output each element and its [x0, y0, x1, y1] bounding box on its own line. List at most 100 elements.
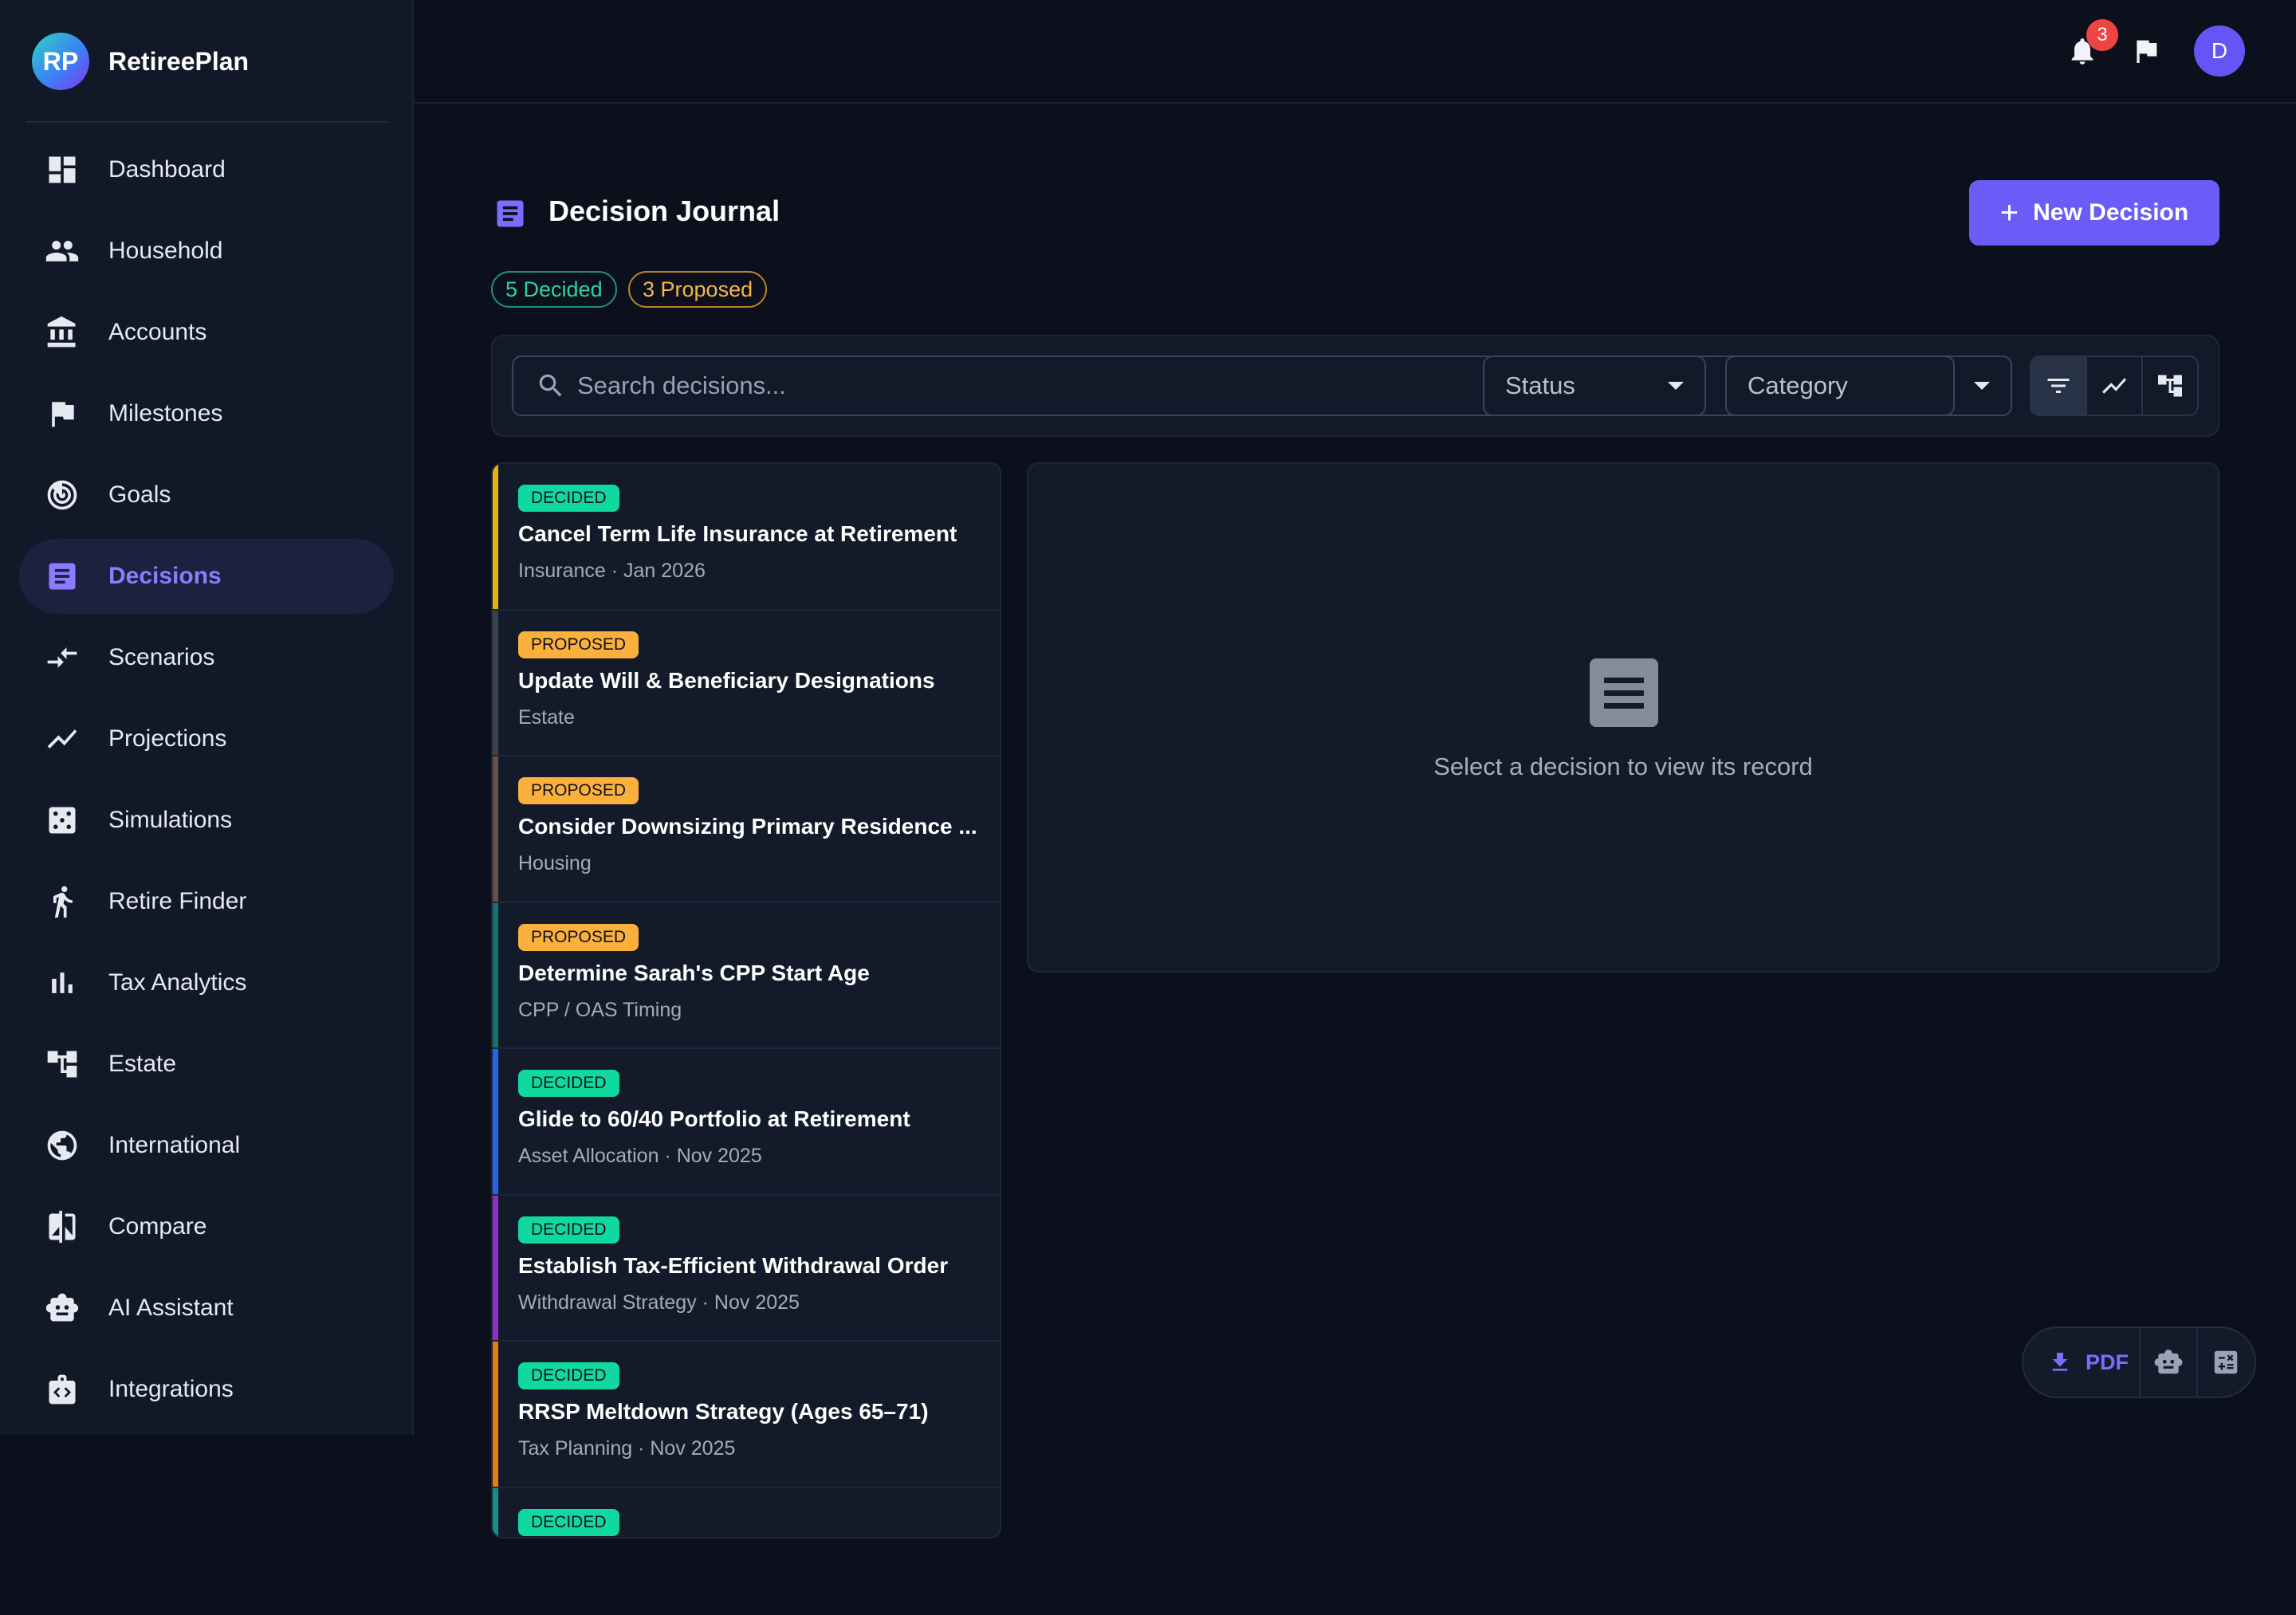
sidebar-item-ai-assistant[interactable]: AI Assistant [19, 1271, 394, 1346]
category-select-label: Category [1748, 371, 1848, 399]
sidebar-item-integrations[interactable]: Integrations [19, 1352, 394, 1427]
document-icon [1590, 658, 1658, 727]
tree-icon [2158, 375, 2182, 397]
decision-card[interactable]: DECIDED [493, 1487, 1000, 1537]
trend-icon [45, 721, 80, 756]
sidebar-item-label: Accounts [108, 319, 207, 345]
brand[interactable]: RP RetireePlan [32, 32, 249, 91]
document-icon [493, 196, 528, 231]
target-icon [45, 477, 80, 513]
brand-name: RetireePlan [108, 46, 250, 76]
sidebar-item-dashboard[interactable]: Dashboard [19, 132, 394, 207]
dice-icon [45, 803, 80, 838]
search-icon [539, 374, 562, 397]
sidebar-item-estate[interactable]: Estate [19, 1027, 394, 1102]
decision-meta: Tax Planning · Nov 2025 [518, 1437, 736, 1460]
category-stripe [493, 902, 498, 1047]
category-stripe [493, 1195, 498, 1340]
status-badge: PROPOSED [518, 777, 639, 804]
category-stripe [493, 756, 498, 902]
decision-card[interactable]: DECIDED Glide to 60/40 Portfolio at Retir… [493, 1049, 1000, 1196]
chevron-down-icon [1974, 382, 1990, 390]
decision-title: Update Will & Beneficiary Designations [518, 667, 935, 693]
sidebar-item-simulations[interactable]: Simulations [19, 783, 394, 858]
timeline-view-button[interactable] [2087, 357, 2143, 415]
category-select[interactable]: Category [1725, 356, 2012, 416]
sidebar-divider [26, 121, 387, 123]
sidebar-item-label: Dashboard [108, 156, 226, 183]
document-icon [45, 559, 80, 594]
notification-badge: 3 [2086, 19, 2118, 51]
sidebar-item-tax-analytics[interactable]: Tax Analytics [19, 945, 394, 1020]
decision-meta: Insurance · Jan 2026 [518, 560, 706, 582]
tree-view-button[interactable] [2143, 357, 2197, 415]
sidebar-item-compare[interactable]: Compare [19, 1189, 394, 1264]
decision-card[interactable]: PROPOSED Update Will & Beneficiary Design… [493, 610, 1000, 756]
sidebar-item-milestones[interactable]: Milestones [19, 376, 394, 451]
compare-arrows-icon [45, 640, 80, 675]
search-input[interactable] [577, 371, 1454, 400]
status-badge: PROPOSED [518, 631, 639, 658]
flag-icon[interactable] [2127, 32, 2165, 70]
decision-card[interactable]: DECIDED RRSP Meltdown Strategy (Ages 65–7… [493, 1342, 1000, 1488]
person-walking-icon [45, 884, 80, 919]
pdf-label: PDF [2086, 1350, 2129, 1374]
download-icon [2052, 1353, 2068, 1371]
sidebar-item-label: Projections [108, 725, 227, 752]
sidebar-item-retire-finder[interactable]: Retire Finder [19, 864, 394, 939]
sidebar-item-projections[interactable]: Projections [19, 701, 394, 776]
empty-state-text: Select a decision to view its record [1433, 752, 1813, 780]
decision-meta: Estate [518, 705, 575, 729]
floating-action-bar: PDF [2022, 1326, 2256, 1398]
status-select-label: Status [1505, 371, 1575, 399]
sidebar-item-decisions[interactable]: Decisions [19, 539, 394, 614]
pdf-export-button[interactable]: PDF [2023, 1328, 2141, 1397]
decision-card[interactable]: DECIDED Cancel Term Life Insurance at Ret… [493, 464, 1000, 611]
category-stripe [493, 610, 498, 755]
sidebar-item-label: Goals [108, 481, 171, 508]
tree-icon [45, 1047, 80, 1082]
status-select[interactable]: Status [1483, 356, 1706, 416]
category-stripe [493, 1049, 498, 1194]
sidebar-item-label: Estate [108, 1051, 177, 1077]
trend-icon [2102, 378, 2126, 394]
sidebar-item-goals[interactable]: Goals [19, 458, 394, 532]
sidebar-item-label: Decisions [108, 563, 222, 589]
sidebar-item-label: Tax Analytics [108, 969, 247, 996]
decision-title: Cancel Term Life Insurance at Retirement [518, 521, 957, 546]
decided-count-pill[interactable]: 5 Decided [491, 271, 617, 308]
sidebar-item-label: Retire Finder [108, 888, 247, 914]
decision-card[interactable]: DECIDED Establish Tax-Efficient Withdrawa… [493, 1195, 1000, 1342]
chevron-down-icon [1668, 382, 1684, 390]
flag-icon [45, 396, 80, 431]
sidebar-item-international[interactable]: International [19, 1108, 394, 1183]
proposed-count-pill[interactable]: 3 Proposed [628, 271, 768, 308]
sidebar-item-household[interactable]: Household [19, 214, 394, 289]
decision-title: Consider Downsizing Primary Residence ..… [518, 814, 977, 839]
decision-title: Glide to 60/40 Portfolio at Retirement [518, 1106, 910, 1131]
plus-icon: + [1999, 195, 2019, 230]
decision-title: RRSP Meltdown Strategy (Ages 65–71) [518, 1399, 929, 1424]
ai-assistant-button[interactable] [2141, 1328, 2198, 1397]
new-decision-button[interactable]: + New Decision [1969, 180, 2219, 246]
sidebar-item-scenarios[interactable]: Scenarios [19, 620, 394, 695]
avatar[interactable]: D [2194, 26, 2245, 77]
decision-card[interactable]: PROPOSED Determine Sarah's CPP Start Age C… [493, 902, 1000, 1049]
decision-card[interactable]: PROPOSED Consider Downsizing Primary Resi… [493, 756, 1000, 903]
calculator-button[interactable] [2198, 1328, 2255, 1397]
sidebar-item-accounts[interactable]: Accounts [19, 295, 394, 370]
bank-icon [45, 315, 80, 350]
sidebar-item-label: Household [108, 238, 223, 264]
calculator-icon [2215, 1350, 2238, 1374]
decision-meta: CPP / OAS Timing [518, 998, 682, 1021]
decision-list: DECIDED Cancel Term Life Insurance at Ret… [491, 462, 1001, 1538]
page-title: Decision Journal [548, 195, 780, 227]
status-badge: PROPOSED [518, 923, 639, 951]
list-view-button[interactable] [2031, 357, 2087, 415]
sidebar-item-label: Compare [108, 1213, 207, 1240]
filter-list-icon [2047, 379, 2070, 393]
decision-meta: Asset Allocation · Nov 2025 [518, 1145, 762, 1167]
filter-bar: Status Category [491, 335, 2219, 437]
bar-chart-icon [45, 965, 80, 1000]
sidebar-nav: Dashboard Household Accounts Milestones Goal… [19, 132, 394, 1433]
